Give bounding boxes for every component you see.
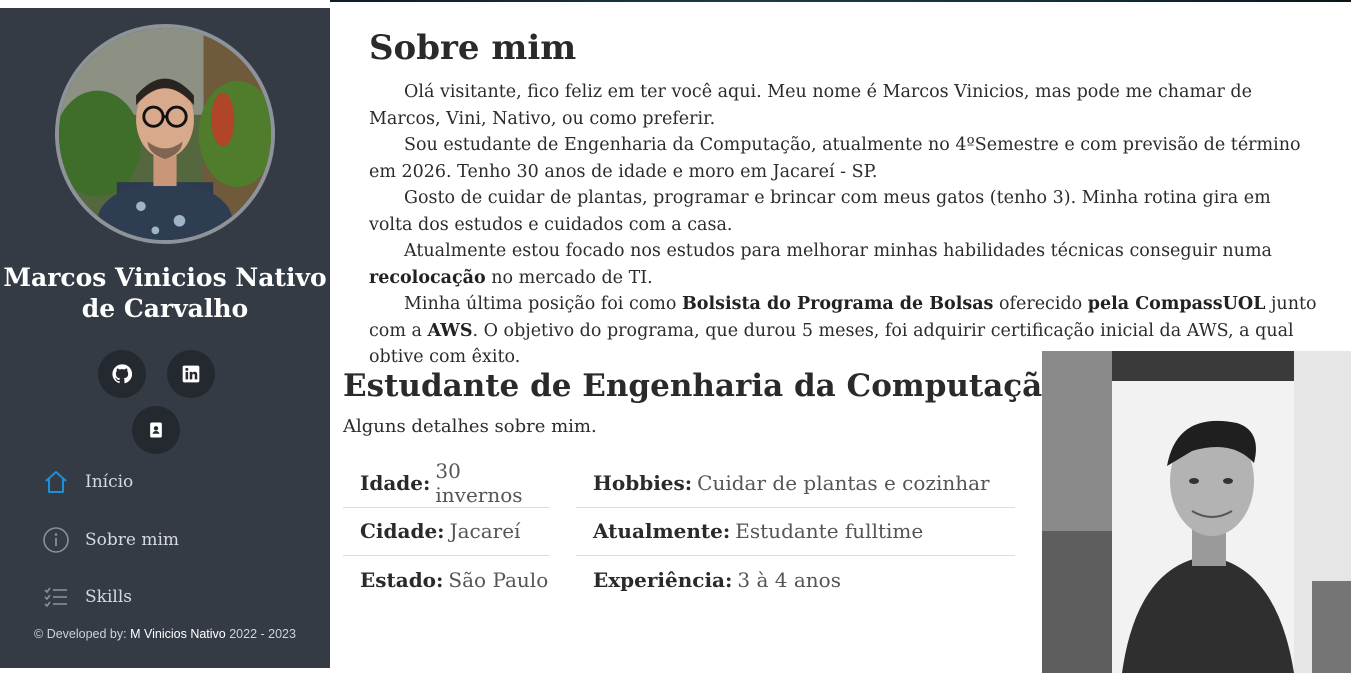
about-text: Minha última posição foi como — [404, 294, 682, 314]
portrait-image — [1042, 351, 1351, 673]
detail-row-hobbies: Hobbies: Cuidar de plantas e cozinhar — [576, 459, 1015, 508]
detail-value: 30 invernos — [435, 458, 523, 507]
sidebar: Marcos Vinicios Nativo de Carvalho Iníci… — [0, 8, 330, 668]
detail-row-idade: Idade: 30 invernos — [343, 459, 550, 508]
footer-prefix: © Developed by: — [34, 627, 127, 641]
nav-label-inicio: Início — [85, 472, 134, 492]
detail-value: Estudante fulltime — [735, 519, 924, 544]
details-column-right: Hobbies: Cuidar de plantas e cozinhar At… — [576, 459, 1015, 605]
profile-photo — [59, 28, 271, 240]
about-paragraph: Gosto de cuidar de plantas, programar e … — [369, 185, 1319, 238]
nav-item-skills[interactable]: Skills — [42, 581, 132, 613]
github-button[interactable] — [98, 350, 146, 398]
about-highlight: recolocação — [369, 267, 486, 288]
detail-key: Idade: — [360, 470, 431, 495]
contact-button[interactable] — [132, 406, 180, 454]
detail-key: Experiência: — [593, 568, 733, 593]
footer-author-link[interactable]: M Vinicios Nativo — [130, 627, 226, 641]
about-paragraph: Olá visitante, fico feliz em ter você aq… — [369, 79, 1319, 132]
details-column-left: Idade: 30 invernos Cidade: Jacareí Estad… — [343, 459, 550, 605]
about-text: oferecido — [993, 294, 1088, 314]
nav-item-inicio[interactable]: Início — [42, 466, 133, 498]
nav-label-skills: Skills — [85, 587, 132, 607]
about-text: Gosto de cuidar de plantas, programar e … — [369, 188, 1271, 235]
detail-row-cidade: Cidade: Jacareí — [343, 508, 550, 556]
about-paragraph: Sou estudante de Engenharia da Computaçã… — [369, 132, 1319, 185]
about-title: Sobre mim — [369, 28, 577, 68]
course-title: Estudante de Engenharia da Computação — [343, 368, 1063, 404]
info-icon — [43, 527, 69, 553]
about-highlight: Bolsista do Programa de Bolsas — [682, 294, 994, 314]
detail-key: Hobbies: — [593, 470, 693, 495]
header-banner-strip — [330, 0, 1351, 2]
detail-value: 3 à 4 anos — [737, 568, 841, 593]
footer-credits: © Developed by: M Vinicios Nativo 2022 -… — [0, 627, 330, 641]
detail-key: Estado: — [360, 568, 444, 593]
linkedin-icon — [182, 365, 200, 383]
list-checks-icon — [44, 587, 67, 608]
about-text: Olá visitante, fico feliz em ter você aq… — [369, 82, 1252, 129]
about-text: Sou estudante de Engenharia da Computaçã… — [369, 135, 1301, 182]
footer-years: 2022 - 2023 — [229, 627, 296, 641]
detail-key: Atualmente: — [593, 519, 731, 544]
detail-value: São Paulo — [448, 568, 549, 593]
about-highlight: AWS — [427, 320, 473, 341]
detail-row-estado: Estado: São Paulo — [343, 556, 550, 605]
github-icon — [112, 364, 132, 384]
profile-name: Marcos Vinicios Nativo de Carvalho — [3, 263, 327, 323]
about-text: no mercado de TI. — [485, 267, 653, 288]
linkedin-button[interactable] — [167, 350, 215, 398]
detail-value: Jacareí — [449, 519, 521, 544]
about-paragraphs: Olá visitante, fico feliz em ter você aq… — [369, 79, 1319, 371]
detail-key: Cidade: — [360, 519, 445, 544]
detail-value: Cuidar de plantas e cozinhar — [697, 470, 990, 495]
home-icon — [45, 471, 67, 493]
detail-row-atualmente: Atualmente: Estudante fulltime — [576, 508, 1015, 556]
about-text: Atualmente estou focado nos estudos para… — [404, 241, 1272, 261]
portrait-photo — [1042, 351, 1351, 673]
contact-card-icon — [150, 422, 162, 438]
nav-label-sobre-mim: Sobre mim — [85, 530, 180, 550]
nav-item-sobre-mim[interactable]: Sobre mim — [42, 524, 179, 556]
detail-row-experiencia: Experiência: 3 à 4 anos — [576, 556, 1015, 605]
course-subtitle: Alguns detalhes sobre mim. — [343, 416, 597, 437]
about-highlight: pela CompassUOL — [1087, 294, 1266, 314]
avatar — [55, 24, 275, 244]
about-paragraph: Atualmente estou focado nos estudos para… — [369, 238, 1319, 291]
